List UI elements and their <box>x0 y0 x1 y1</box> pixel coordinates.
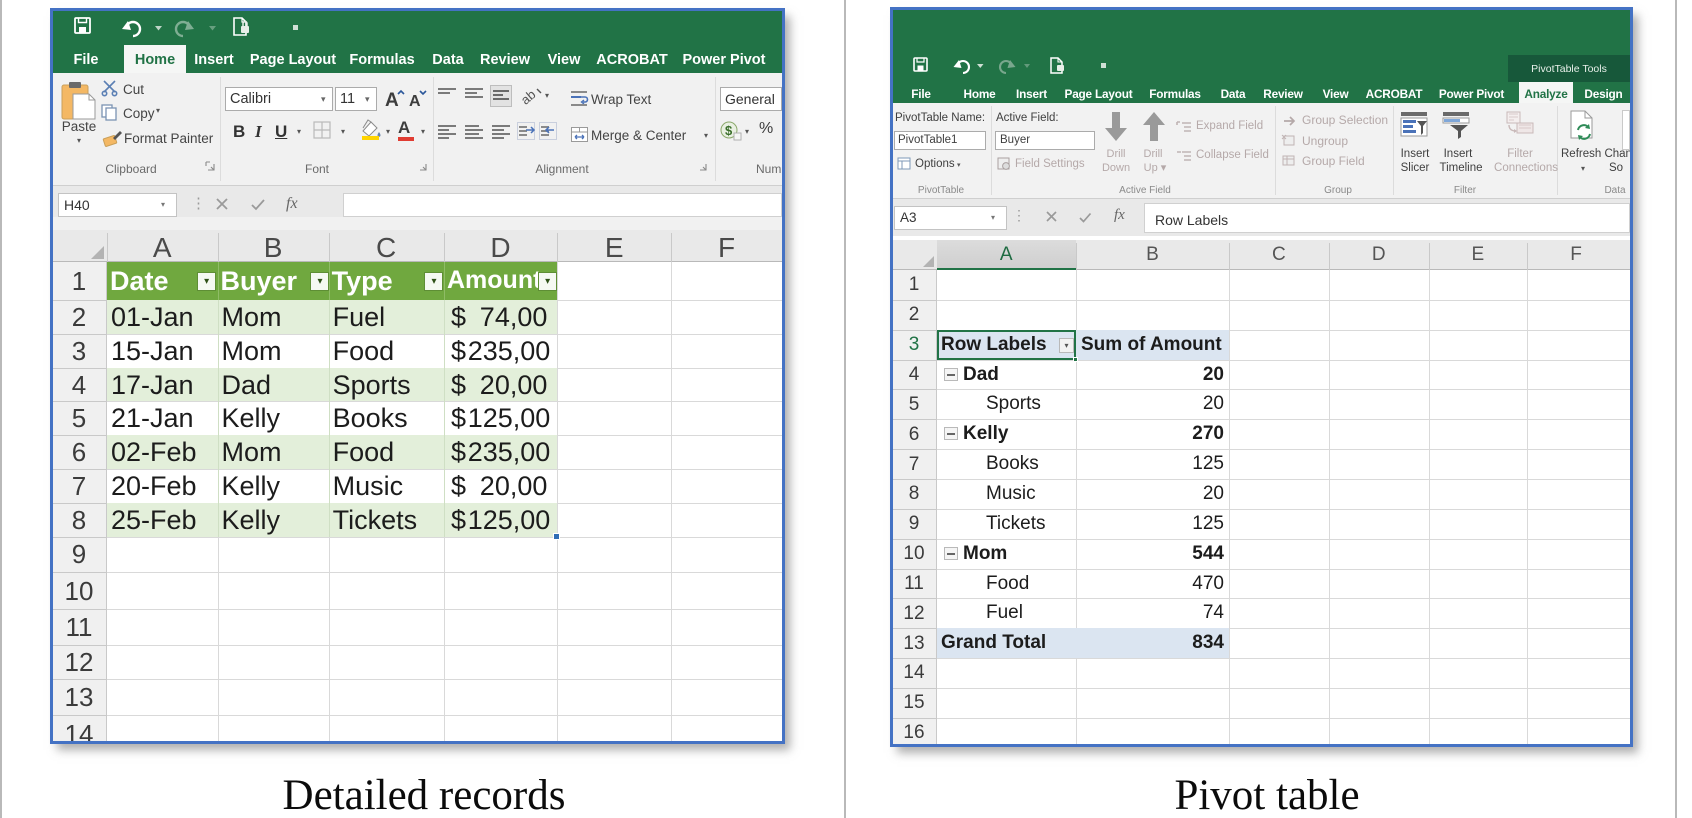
svg-text:A: A <box>409 93 421 110</box>
svg-text:$: $ <box>725 123 733 138</box>
svg-text:A: A <box>385 90 399 111</box>
svg-text:ab: ab <box>518 87 539 108</box>
